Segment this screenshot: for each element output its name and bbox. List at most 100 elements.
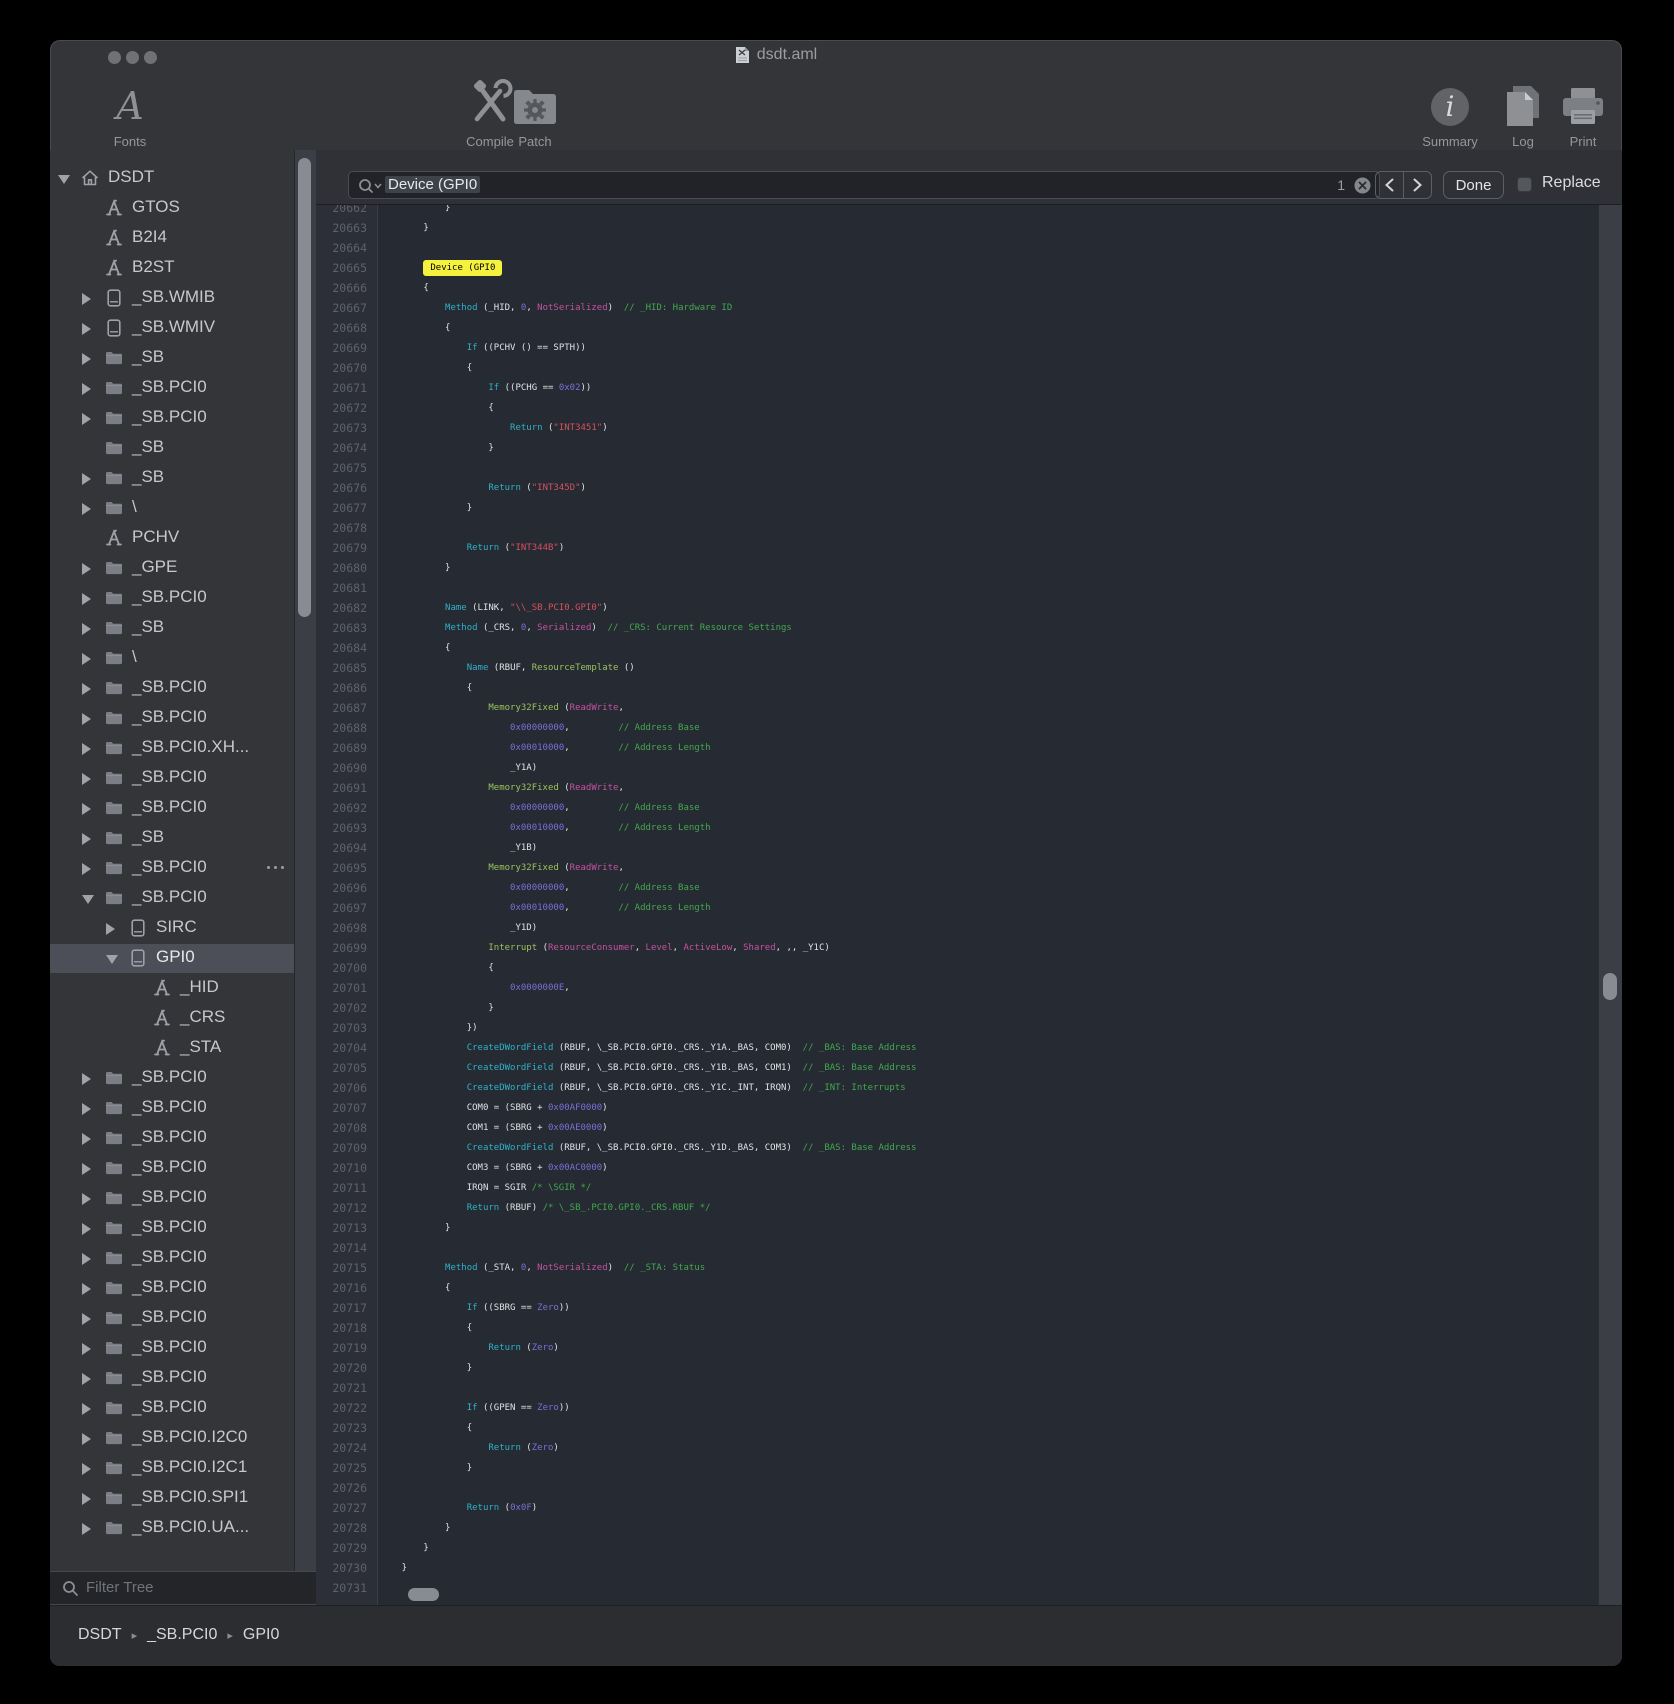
tree-item-sbpci0[interactable]: _SB.PCI0 [50, 1094, 294, 1123]
chevron-right-icon[interactable] [82, 743, 91, 755]
clear-search-icon[interactable] [1354, 177, 1371, 194]
chevron-right-icon[interactable] [82, 353, 91, 365]
chevron-right-icon[interactable] [82, 773, 91, 785]
tree-item-sbpci0[interactable]: _SB.PCI0 [50, 374, 294, 403]
breadcrumb-item-sbpci0[interactable]: _SB.PCI0 [147, 1626, 217, 1644]
done-button[interactable]: Done [1443, 171, 1504, 199]
tree-item-sbpci0[interactable]: _SB.PCI0 [50, 584, 294, 613]
tree-item-sbpci0[interactable]: _SB.PCI0 [50, 1064, 294, 1093]
sidebar-scrollbar-thumb[interactable] [298, 158, 311, 617]
tree-item-sbpci0[interactable]: _SB.PCI0 [50, 764, 294, 793]
tree-item-gtos[interactable]: GTOS [50, 194, 294, 223]
chevron-right-icon[interactable] [82, 713, 91, 725]
chevron-right-icon[interactable] [82, 623, 91, 635]
replace-checkbox[interactable] [1517, 177, 1532, 192]
tree-item-b2i4[interactable]: B2I4 [50, 224, 294, 253]
print-toolbar-button[interactable]: Print [1528, 76, 1622, 149]
chevron-right-icon[interactable] [82, 1193, 91, 1205]
chevron-right-icon[interactable] [82, 1493, 91, 1505]
replace-label[interactable]: Replace [1542, 174, 1601, 192]
chevron-right-icon[interactable] [82, 1103, 91, 1115]
tree-item-sbpci0i2c0[interactable]: _SB.PCI0.I2C0 [50, 1424, 294, 1453]
tree-item-sb[interactable]: _SB [50, 824, 294, 853]
tree-item-[interactable]: \ [50, 644, 294, 673]
tree-item-sbpci0[interactable]: _SB.PCI0 [50, 884, 294, 913]
chevron-right-icon[interactable] [82, 1253, 91, 1265]
tree-item-sbpci0spi1[interactable]: _SB.PCI0.SPI1 [50, 1484, 294, 1513]
tree-item-sbwmib[interactable]: _SB.WMIB [50, 284, 294, 313]
fonts-toolbar-button[interactable]: AFonts [75, 76, 185, 149]
chevron-right-icon[interactable] [82, 1373, 91, 1385]
chevron-right-icon[interactable] [82, 1133, 91, 1145]
tree-item-dsdt[interactable]: DSDT [50, 164, 294, 193]
tree-item-sbpci0[interactable]: _SB.PCI0 [50, 1184, 294, 1213]
tree-item-sbpci0xh[interactable]: _SB.PCI0.XH... [50, 734, 294, 763]
tree-item-sbpci0[interactable]: _SB.PCI0 [50, 1274, 294, 1303]
chevron-right-icon[interactable] [82, 653, 91, 665]
chevron-right-icon[interactable] [82, 473, 91, 485]
chevron-right-icon[interactable] [82, 1223, 91, 1235]
editor-hscroll-thumb[interactable] [408, 1588, 439, 1601]
tree-item-sbwmiv[interactable]: _SB.WMIV [50, 314, 294, 343]
tree-item-sb[interactable]: _SB [50, 614, 294, 643]
tree-item-gpi0[interactable]: GPI0 [50, 944, 294, 973]
tree-item-sb[interactable]: _SB [50, 434, 294, 463]
chevron-right-icon[interactable] [82, 1313, 91, 1325]
chevron-right-icon[interactable] [82, 323, 91, 335]
chevron-right-icon[interactable] [82, 1343, 91, 1355]
tree-item-sbpci0[interactable]: _SB.PCI0 [50, 1334, 294, 1363]
tree-item-sbpci0i2c1[interactable]: _SB.PCI0.I2C1 [50, 1454, 294, 1483]
find-input[interactable]: Device (GPI0 1 [348, 171, 1380, 199]
tree-item-sbpci0[interactable]: _SB.PCI0 [50, 704, 294, 733]
tree-item-sbpci0[interactable]: _SB.PCI0 [50, 1304, 294, 1333]
chevron-right-icon[interactable] [106, 923, 115, 935]
chevron-right-icon[interactable] [82, 503, 91, 515]
chevron-right-icon[interactable] [82, 1463, 91, 1475]
splitter-grip[interactable] [267, 866, 289, 870]
chevron-right-icon[interactable] [82, 1283, 91, 1295]
chevron-right-icon[interactable] [82, 803, 91, 815]
tree-item-b2st[interactable]: B2ST [50, 254, 294, 283]
tree-item-sbpci0ua[interactable]: _SB.PCI0.UA... [50, 1514, 294, 1543]
sidebar-scrollbar[interactable] [294, 150, 317, 1571]
tree-item-pchv[interactable]: PCHV [50, 524, 294, 553]
chevron-right-icon[interactable] [82, 383, 91, 395]
tree-item-sirc[interactable]: SIRC [50, 914, 294, 943]
tree-item-[interactable]: \ [50, 494, 294, 523]
chevron-right-icon[interactable] [82, 593, 91, 605]
code-area[interactable]: } } Device (GPI0 { Method (_HID, 0, NotS… [378, 205, 1598, 1605]
tree-item-sbpci0[interactable]: _SB.PCI0 [50, 1214, 294, 1243]
chevron-right-icon[interactable] [82, 683, 91, 695]
chevron-right-icon[interactable] [82, 1433, 91, 1445]
patch-toolbar-button[interactable]: Patch [480, 76, 590, 149]
chevron-right-icon[interactable] [82, 1403, 91, 1415]
tree-item-sbpci0[interactable]: _SB.PCI0 [50, 1364, 294, 1393]
breadcrumb-item-dsdt[interactable]: DSDT [78, 1626, 122, 1644]
tree-item-sb[interactable]: _SB [50, 464, 294, 493]
tree-item-hid[interactable]: _HID [50, 974, 294, 1003]
breadcrumb-item-gpi0[interactable]: GPI0 [243, 1626, 279, 1644]
find-previous-button[interactable] [1376, 172, 1404, 198]
editor-vscroll-thumb[interactable] [1603, 973, 1617, 1000]
tree-item-gpe[interactable]: _GPE [50, 554, 294, 583]
chevron-right-icon[interactable] [82, 563, 91, 575]
chevron-right-icon[interactable] [82, 1163, 91, 1175]
chevron-down-icon[interactable] [82, 895, 94, 904]
tree-item-crs[interactable]: _CRS [50, 1004, 294, 1033]
chevron-down-icon[interactable] [58, 175, 70, 184]
tree-item-sb[interactable]: _SB [50, 344, 294, 373]
chevron-right-icon[interactable] [82, 1523, 91, 1535]
find-next-button[interactable] [1404, 172, 1431, 198]
chevron-right-icon[interactable] [82, 413, 91, 425]
chevron-down-icon[interactable] [106, 955, 118, 964]
chevron-right-icon[interactable] [82, 293, 91, 305]
tree-item-sbpci0[interactable]: _SB.PCI0 [50, 1124, 294, 1153]
code-editor[interactable]: 2066220663206642066520666206672066820669… [316, 205, 1622, 1605]
search-icon[interactable] [358, 178, 382, 195]
tree-item-sbpci0[interactable]: _SB.PCI0 [50, 1244, 294, 1273]
chevron-right-icon[interactable] [82, 833, 91, 845]
tree-item-sbpci0[interactable]: _SB.PCI0 [50, 404, 294, 433]
tree-item-sbpci0[interactable]: _SB.PCI0 [50, 1154, 294, 1183]
filter-tree-field[interactable]: Filter Tree [50, 1571, 316, 1605]
editor-vertical-scrollbar[interactable] [1598, 205, 1622, 1605]
